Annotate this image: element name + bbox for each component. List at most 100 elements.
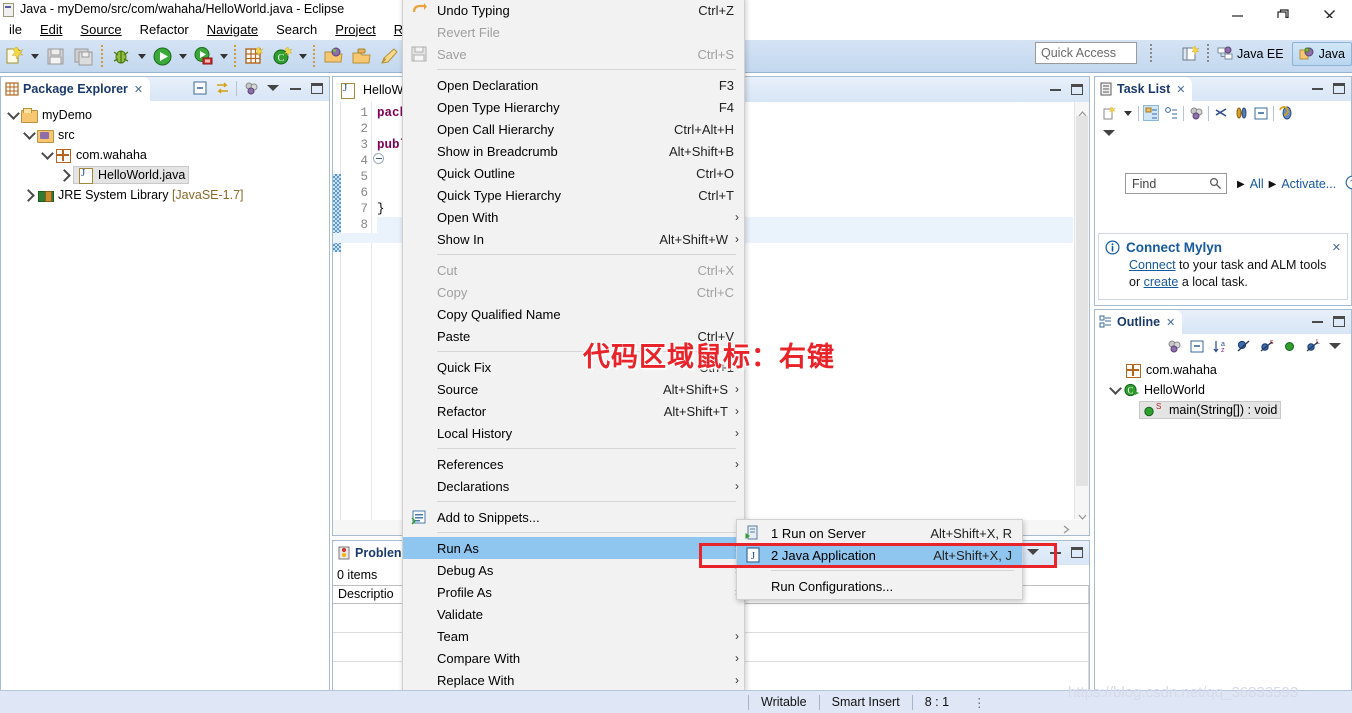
scroll-up-icon[interactable] (1078, 106, 1087, 117)
maximize-icon[interactable] (309, 80, 325, 96)
hide-fields-icon[interactable] (1235, 338, 1251, 354)
task-repository-sync-icon[interactable] (1278, 105, 1294, 121)
mylyn-create-link[interactable]: create (1144, 275, 1179, 289)
collapse-all-icon[interactable] (1253, 105, 1269, 121)
context-menu-item-validate[interactable]: Validate (403, 603, 744, 625)
new-wizard-dropdown-icon[interactable] (28, 44, 41, 68)
perspective-switcher[interactable]: Java EE Java (1177, 41, 1352, 66)
new-java-project-icon[interactable] (241, 43, 267, 69)
debug-dropdown-icon[interactable] (135, 44, 148, 68)
context-menu-item-quick-outline[interactable]: Quick Outline Ctrl+O (403, 162, 744, 184)
context-menu-item-refactor[interactable]: Refactor Alt+Shift+T › (403, 400, 744, 422)
maximize-icon[interactable] (1069, 81, 1085, 97)
save-icon[interactable] (42, 43, 68, 69)
context-menu-item-open-call-hierarchy[interactable]: Open Call Hierarchy Ctrl+Alt+H (403, 118, 744, 140)
menu-edit[interactable]: Edit (31, 20, 71, 39)
new-task-dropdown-icon[interactable] (1121, 106, 1134, 121)
link-with-editor-icon[interactable] (214, 80, 230, 96)
editor-tools[interactable] (1047, 81, 1085, 97)
menu-project[interactable]: Project (326, 20, 384, 39)
menu-source[interactable]: Source (71, 20, 130, 39)
tree-item-package[interactable]: com.wahaha (1, 145, 329, 165)
context-menu-item-declarations[interactable]: Declarations › (403, 475, 744, 497)
collapse-all-icon[interactable] (1189, 338, 1205, 354)
task-list-toolbar[interactable] (1095, 101, 1351, 125)
tree-item-helloworld-java[interactable]: HelloWorld.java (1, 165, 329, 185)
context-menu-item-team[interactable]: Team › (403, 625, 744, 647)
context-menu-item-quick-type-hierarchy[interactable]: Quick Type Hierarchy Ctrl+T (403, 184, 744, 206)
view-menu-icon[interactable] (1101, 125, 1117, 141)
close-icon[interactable]: ✕ (134, 83, 143, 96)
context-menu-item-source[interactable]: Source Alt+Shift+S › (403, 378, 744, 400)
outline-item-class[interactable]: C HelloWorld (1095, 380, 1351, 400)
tree-item-mydemo[interactable]: myDemo (1, 105, 329, 125)
run-icon[interactable] (149, 43, 175, 69)
context-menu-item-open-type-hierarchy[interactable]: Open Type Hierarchy F4 (403, 96, 744, 118)
synchronize-icon[interactable] (1213, 105, 1229, 121)
twisty-expanded-icon[interactable] (5, 109, 21, 121)
scroll-down-icon[interactable] (1078, 509, 1087, 520)
menu-refactor[interactable]: Refactor (131, 20, 198, 39)
outline-window-tools[interactable] (1309, 313, 1347, 329)
context-menu-item-compare-with[interactable]: Compare With › (403, 647, 744, 669)
categorized-presentation-icon[interactable] (1143, 105, 1159, 121)
open-task-icon[interactable] (348, 43, 374, 69)
task-list-view-menu-row[interactable] (1095, 125, 1351, 143)
submenu-item-run-on-server[interactable]: 1 Run on Server Alt+Shift+X, R (737, 522, 1022, 544)
sort-icon[interactable]: a z (1212, 338, 1228, 354)
submenu-item-run-configurations[interactable]: Run Configurations... (737, 575, 1022, 597)
new-java-class-dropdown-icon[interactable] (296, 44, 309, 68)
maximize-icon[interactable] (1331, 313, 1347, 329)
filter-activate-link[interactable]: Activate... (1281, 177, 1336, 191)
annotation-icon[interactable] (376, 43, 402, 69)
context-menu-item-profile-as[interactable]: Profile As › (403, 581, 744, 603)
hide-nonpublic-icon[interactable] (1281, 338, 1297, 354)
scroll-right-icon[interactable] (1062, 523, 1071, 534)
tab-problems[interactable]: Problen (333, 541, 409, 565)
run-dropdown-icon[interactable] (176, 44, 189, 68)
close-icon[interactable]: ✕ (1166, 316, 1175, 329)
task-list-window-tools[interactable] (1309, 80, 1347, 96)
twisty-collapsed-icon[interactable] (21, 191, 37, 200)
perspective-java-ee[interactable]: Java EE (1211, 43, 1290, 65)
scrollbar-thumb[interactable] (1076, 116, 1088, 486)
new-task-icon[interactable] (1101, 105, 1117, 121)
context-menu-item-copy[interactable]: Copy Ctrl+C (403, 281, 744, 303)
help-icon[interactable]: ? (1345, 175, 1352, 193)
tree-item-jre-library[interactable]: JRE System Library [JavaSE-1.7] (1, 185, 329, 205)
twisty-expanded-icon[interactable] (1107, 384, 1123, 396)
run-external-tools-icon[interactable] (190, 43, 216, 69)
context-menu-item-add-to-snippets[interactable]: Add to Snippets... (403, 506, 744, 528)
filter-all-link[interactable]: All (1250, 177, 1264, 191)
focus-on-workweek-icon[interactable] (1188, 105, 1204, 121)
minimize-icon[interactable] (1309, 313, 1325, 329)
menu-search[interactable]: Search (267, 20, 326, 39)
context-menu-item-save[interactable]: Save Ctrl+S (403, 43, 744, 65)
outline-item-main-method[interactable]: S main(String[]) : void (1095, 400, 1351, 420)
context-menu-item-references[interactable]: References › (403, 453, 744, 475)
hide-static-icon[interactable]: s (1258, 338, 1274, 354)
context-menu-item-copy-qualified-name[interactable]: Copy Qualified Name (403, 303, 744, 325)
context-menu-item-cut[interactable]: Cut Ctrl+X (403, 259, 744, 281)
task-repositories-icon[interactable] (1233, 105, 1249, 121)
maximize-icon[interactable] (1069, 544, 1085, 560)
mylyn-connect-link[interactable]: Connect (1129, 258, 1176, 272)
save-all-icon[interactable] (70, 43, 96, 69)
minimize-icon[interactable] (1047, 81, 1063, 97)
tab-outline[interactable]: Outline ✕ (1095, 310, 1183, 334)
tab-task-list[interactable]: Task List ✕ (1095, 77, 1193, 101)
view-menu-icon[interactable] (265, 80, 281, 96)
focus-icon[interactable] (1166, 338, 1182, 354)
editor-gutter[interactable] (333, 102, 341, 535)
task-filters[interactable]: ▶ All ▶ Activate... ? (1237, 175, 1352, 193)
collapse-all-icon[interactable] (192, 80, 208, 96)
hide-local-icon[interactable]: L (1304, 338, 1320, 354)
filter-arrow-icon[interactable]: ▶ (1269, 179, 1277, 190)
close-icon[interactable]: ✕ (1332, 241, 1341, 254)
context-menu-item-show-in-breadcrumb[interactable]: Show in Breadcrumb Alt+Shift+B (403, 140, 744, 162)
debug-icon[interactable] (108, 43, 134, 69)
context-menu-item-open-with[interactable]: Open With › (403, 206, 744, 228)
new-wizard-icon[interactable] (1, 43, 27, 69)
menu-file[interactable]: ile (0, 20, 31, 39)
minimize-icon[interactable] (1309, 80, 1325, 96)
